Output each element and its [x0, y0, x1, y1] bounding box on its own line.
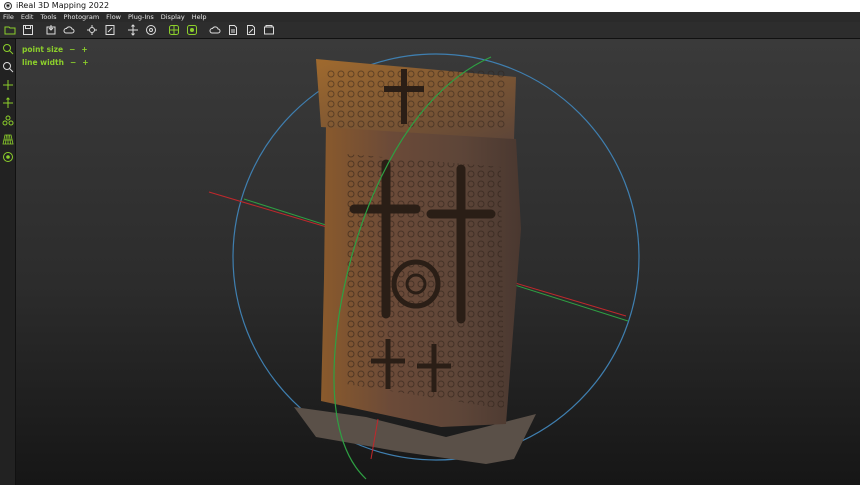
display-settings-hud: point size − + line width − + — [22, 43, 89, 69]
menu-bar: File Edit Tools Photogram Flow Plug-Ins … — [0, 12, 860, 22]
pan-icon[interactable] — [1, 78, 14, 91]
window-title: iReal 3D Mapping 2022 — [16, 1, 110, 10]
document-edit-icon[interactable] — [244, 23, 258, 37]
cloud-upload-icon[interactable] — [208, 23, 222, 37]
zoom-fit-icon[interactable] — [1, 60, 14, 73]
menu-display[interactable]: Display — [161, 12, 185, 22]
3d-viewport[interactable]: point size − + line width − + — [16, 39, 860, 485]
menu-file[interactable]: File — [3, 12, 14, 22]
line-width-decrease-button[interactable]: − — [70, 56, 76, 69]
line-width-label: line width — [22, 58, 64, 67]
save-icon[interactable] — [21, 23, 35, 37]
move-icon[interactable] — [126, 23, 140, 37]
app-logo-icon: ◉ — [4, 2, 12, 10]
grid-icon[interactable] — [1, 132, 14, 145]
target-icon[interactable] — [144, 23, 158, 37]
tool-sidebar — [0, 39, 16, 485]
rotate-icon[interactable] — [1, 96, 14, 109]
open-icon[interactable] — [3, 23, 17, 37]
menu-help[interactable]: Help — [192, 12, 207, 22]
point-size-increase-button[interactable]: + — [81, 43, 87, 56]
cloud-icon[interactable] — [62, 23, 76, 37]
export-icon[interactable] — [262, 23, 276, 37]
menu-flow[interactable]: Flow — [106, 12, 121, 22]
point-size-decrease-button[interactable]: − — [69, 43, 75, 56]
mesh-icon[interactable] — [167, 23, 181, 37]
points-icon[interactable] — [1, 114, 14, 127]
document-icon[interactable] — [226, 23, 240, 37]
stone-model-scene — [208, 53, 640, 480]
zoom-icon[interactable] — [1, 42, 14, 55]
menu-edit[interactable]: Edit — [21, 12, 34, 22]
menu-photogram[interactable]: Photogram — [64, 12, 100, 22]
import-icon[interactable] — [44, 23, 58, 37]
line-width-increase-button[interactable]: + — [82, 56, 88, 69]
line-width-control: line width − + — [22, 56, 89, 69]
point-size-control: point size − + — [22, 43, 89, 56]
menu-tools[interactable]: Tools — [40, 12, 56, 22]
texture-icon[interactable] — [185, 23, 199, 37]
view-icon[interactable] — [1, 150, 14, 163]
tools-icon[interactable] — [85, 23, 99, 37]
point-size-label: point size — [22, 45, 64, 54]
edit-icon[interactable] — [103, 23, 117, 37]
main-toolbar — [0, 22, 860, 39]
title-bar: ◉ iReal 3D Mapping 2022 — [0, 0, 860, 12]
menu-plug-ins[interactable]: Plug-Ins — [128, 12, 154, 22]
